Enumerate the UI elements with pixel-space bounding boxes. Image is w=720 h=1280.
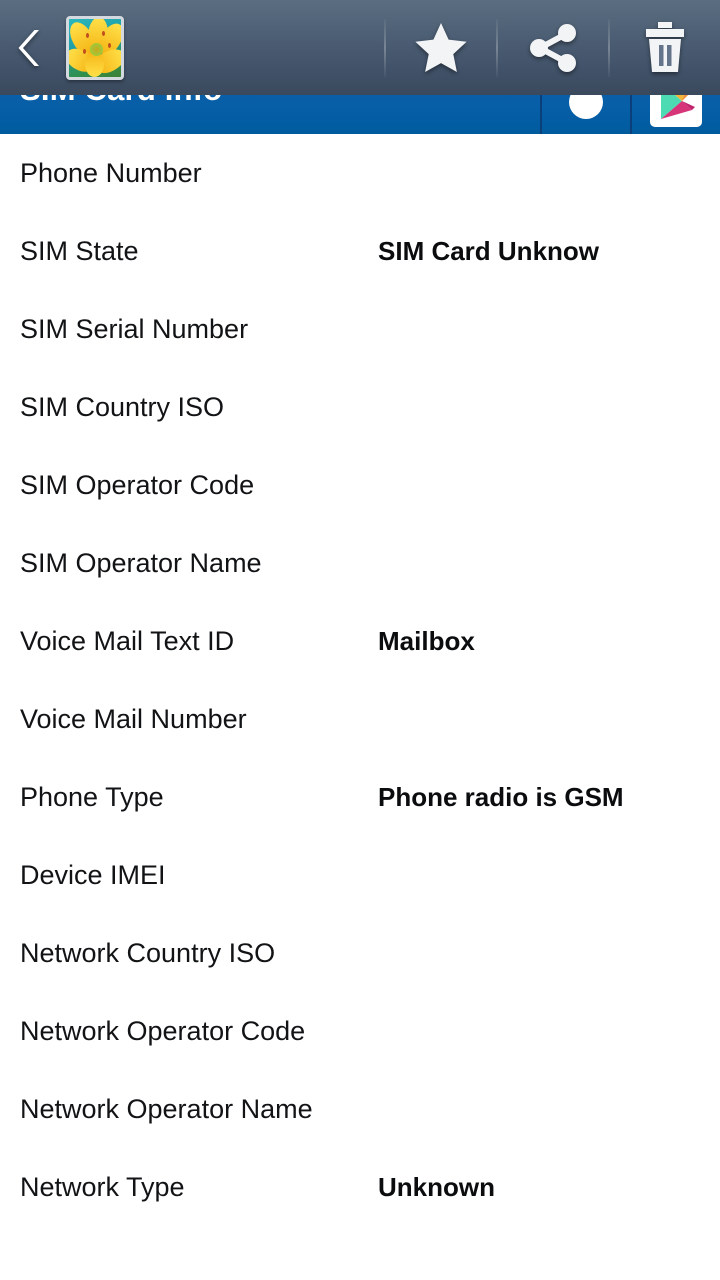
table-row[interactable]: Voice Mail Number bbox=[0, 680, 720, 758]
table-row[interactable]: Network Operator Code bbox=[0, 992, 720, 1070]
table-row[interactable]: SIM Operator Name bbox=[0, 524, 720, 602]
back-button[interactable] bbox=[0, 0, 62, 95]
table-row[interactable]: Phone Type Phone radio is GSM bbox=[0, 758, 720, 836]
photo-thumbnail-lily[interactable] bbox=[66, 15, 124, 80]
star-icon bbox=[415, 22, 467, 72]
row-label: Device IMEI bbox=[20, 859, 166, 890]
row-value: Phone radio is GSM bbox=[378, 781, 624, 812]
table-row[interactable]: SIM State SIM Card Unknow bbox=[0, 212, 720, 290]
row-label: SIM State bbox=[20, 235, 139, 266]
row-label: Phone Number bbox=[20, 157, 202, 188]
table-row[interactable]: Network Type Unknown bbox=[0, 1148, 720, 1226]
share-icon bbox=[530, 23, 576, 72]
app-screen: SIM Card Info bbox=[0, 0, 720, 1280]
share-button[interactable] bbox=[498, 0, 608, 95]
row-label: Network Operator Name bbox=[20, 1093, 313, 1124]
delete-button[interactable] bbox=[610, 0, 720, 95]
table-row[interactable]: Network Operator Name bbox=[0, 1070, 720, 1148]
row-label: Network Type bbox=[20, 1171, 185, 1202]
trash-icon bbox=[646, 21, 684, 72]
row-value: Mailbox bbox=[378, 625, 475, 656]
row-label: Voice Mail Number bbox=[20, 703, 247, 734]
table-row[interactable]: SIM Serial Number bbox=[0, 290, 720, 368]
table-row[interactable]: SIM Country ISO bbox=[0, 368, 720, 446]
row-label: Network Country ISO bbox=[20, 937, 276, 968]
favorite-button[interactable] bbox=[386, 0, 496, 95]
row-label: SIM Operator Name bbox=[20, 547, 262, 578]
chevron-left-icon bbox=[18, 29, 39, 66]
table-row[interactable]: Device IMEI bbox=[0, 836, 720, 914]
table-row[interactable]: SIM Operator Code bbox=[0, 446, 720, 524]
row-label: SIM Country ISO bbox=[20, 391, 225, 422]
table-row[interactable]: Phone Number bbox=[0, 134, 720, 212]
sim-info-list: Phone Number SIM State SIM Card Unknow S… bbox=[0, 134, 720, 1226]
row-value: SIM Card Unknow bbox=[378, 235, 600, 266]
row-label: Voice Mail Text ID bbox=[20, 625, 235, 656]
row-value: Unknown bbox=[378, 1171, 495, 1202]
row-label: SIM Operator Code bbox=[20, 469, 255, 500]
context-toolbar bbox=[0, 0, 720, 95]
row-label: Phone Type bbox=[20, 781, 164, 812]
table-row[interactable]: Network Country ISO bbox=[0, 914, 720, 992]
row-label: Network Operator Code bbox=[20, 1015, 306, 1046]
row-label: SIM Serial Number bbox=[20, 313, 249, 344]
table-row[interactable]: Voice Mail Text ID Mailbox bbox=[0, 602, 720, 680]
